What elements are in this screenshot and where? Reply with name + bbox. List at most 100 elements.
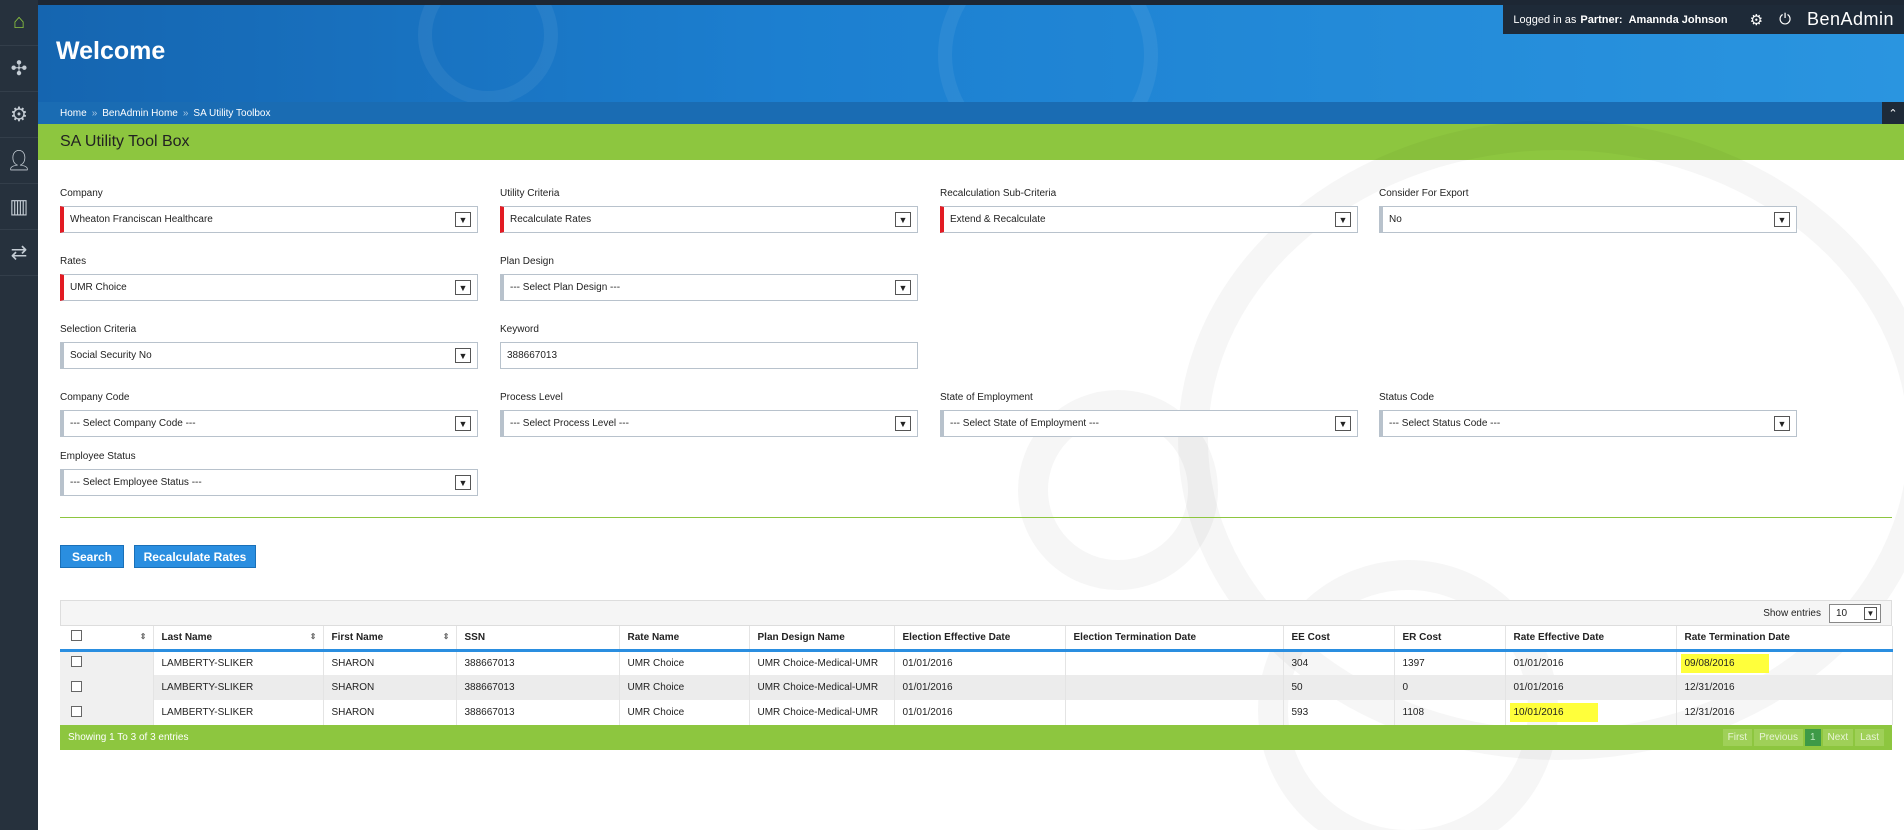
gear-icon[interactable]: ⚙: [1750, 11, 1763, 29]
table-cell: UMR Choice: [619, 700, 750, 725]
breadcrumb-home[interactable]: Home: [60, 108, 87, 119]
breadcrumb: Home » BenAdmin Home » SA Utility Toolbo…: [38, 102, 1904, 124]
column-header[interactable]: EE Cost: [1283, 626, 1395, 652]
pager-page-1[interactable]: 1: [1804, 729, 1821, 746]
bar-chart-icon[interactable]: ▥: [0, 184, 38, 230]
selection-criteria-select[interactable]: Social Security No ▼: [60, 342, 478, 369]
table-cell: LAMBERTY-SLIKER: [153, 675, 324, 700]
header-banner: Welcome Logged in as Partner: Amannda Jo…: [38, 5, 1904, 102]
employee-status-label: Employee Status: [60, 451, 136, 462]
table-cell: 1397: [1394, 650, 1506, 675]
chevron-down-icon: ▼: [455, 475, 471, 490]
process-level-field: Process Level --- Select Process Level -…: [500, 392, 918, 437]
table-cell: 01/01/2016: [894, 700, 1066, 725]
table-row: LAMBERTY-SLIKER SHARON 388667013 UMR Cho…: [60, 675, 1893, 700]
keyword-label: Keyword: [500, 324, 539, 335]
row-checkbox-cell: [60, 700, 154, 725]
recalc-sub-criteria-select[interactable]: Extend & Recalculate ▼: [940, 206, 1358, 233]
pager-first[interactable]: First: [1722, 729, 1753, 746]
company-select[interactable]: Wheaton Franciscan Healthcare ▼: [60, 206, 478, 233]
select-all-header[interactable]: ⇕: [60, 626, 154, 652]
recalc-sub-criteria-label: Recalculation Sub-Criteria: [940, 188, 1057, 199]
pager-last[interactable]: Last: [1855, 729, 1884, 746]
keyword-input[interactable]: 388667013: [500, 342, 918, 369]
header-decoration: [938, 5, 1158, 102]
chevron-down-icon: ▼: [895, 416, 911, 431]
chevron-down-icon: ▼: [895, 280, 911, 295]
column-header[interactable]: SSN: [456, 626, 620, 652]
state-employment-select[interactable]: --- Select State of Employment --- ▼: [940, 410, 1358, 437]
company-field: Company Wheaton Franciscan Healthcare ▼: [60, 188, 478, 233]
plan-design-value: --- Select Plan Design ---: [510, 282, 621, 293]
keyword-field: Keyword 388667013: [500, 324, 918, 369]
process-level-select[interactable]: --- Select Process Level --- ▼: [500, 410, 918, 437]
column-header[interactable]: Rate Effective Date: [1505, 626, 1677, 652]
column-header[interactable]: Plan Design Name: [749, 626, 895, 652]
select-all-checkbox[interactable]: [71, 630, 82, 642]
sort-icon[interactable]: ⇕: [310, 632, 317, 641]
rates-select[interactable]: UMR Choice ▼: [60, 274, 478, 301]
chevron-down-icon: ▼: [455, 212, 471, 227]
chevron-down-icon: ▼: [455, 348, 471, 363]
home-icon[interactable]: ⌂: [0, 0, 38, 46]
row-checkbox[interactable]: [71, 680, 82, 692]
column-header[interactable]: Election Termination Date: [1065, 626, 1284, 652]
process-level-value: --- Select Process Level ---: [510, 418, 629, 429]
table-cell: 0: [1394, 675, 1506, 700]
table-cell: 01/01/2016: [894, 675, 1066, 700]
column-header[interactable]: First Name ⇕: [323, 626, 457, 652]
chevron-down-icon: ▼: [455, 280, 471, 295]
chevron-down-icon: ▼: [1864, 606, 1877, 620]
brand-logo: BenAdmin: [1806, 9, 1894, 29]
table-cell: SHARON: [323, 700, 457, 725]
employee-status-select[interactable]: --- Select Employee Status --- ▼: [60, 469, 478, 496]
table-cell: 10/01/2016: [1505, 700, 1677, 725]
consider-export-field: Consider For Export No ▼: [1379, 188, 1797, 233]
utility-criteria-select[interactable]: Recalculate Rates ▼: [500, 206, 918, 233]
rates-value: UMR Choice: [70, 282, 127, 293]
page-length-select[interactable]: 10 ▼: [1829, 603, 1881, 623]
status-code-select[interactable]: --- Select Status Code --- ▼: [1379, 410, 1797, 437]
table-cell: 388667013: [456, 675, 620, 700]
logged-in-label: Logged in as: [1513, 13, 1577, 26]
utility-criteria-label: Utility Criteria: [500, 188, 560, 199]
consider-export-select[interactable]: No ▼: [1379, 206, 1797, 233]
table-cell: 304: [1283, 650, 1395, 675]
sort-icon[interactable]: ⇕: [140, 632, 147, 641]
collapse-header-button[interactable]: ⌃: [1882, 102, 1904, 124]
column-header[interactable]: Rate Name: [619, 626, 750, 652]
utility-criteria-field: Utility Criteria Recalculate Rates ▼: [500, 188, 918, 233]
plan-design-select[interactable]: --- Select Plan Design --- ▼: [500, 274, 918, 301]
row-checkbox[interactable]: [71, 705, 82, 717]
selection-criteria-label: Selection Criteria: [60, 324, 137, 335]
recalculate-rates-button[interactable]: Recalculate Rates: [134, 545, 256, 568]
column-header[interactable]: Rate Termination Date: [1676, 626, 1893, 652]
pager-next[interactable]: Next: [1822, 729, 1854, 746]
column-header[interactable]: Last Name ⇕: [153, 626, 324, 652]
transfer-icon[interactable]: ⇄: [0, 230, 38, 276]
state-employment-field: State of Employment --- Select State of …: [940, 392, 1358, 437]
table-cell: 388667013: [456, 700, 620, 725]
breadcrumb-benadmin-home[interactable]: BenAdmin Home: [102, 108, 178, 119]
column-header[interactable]: Election Effective Date: [894, 626, 1066, 652]
search-button[interactable]: Search: [60, 545, 124, 568]
recalc-sub-criteria-field: Recalculation Sub-Criteria Extend & Reca…: [940, 188, 1358, 233]
employee-status-field: Employee Status --- Select Employee Stat…: [60, 451, 478, 496]
table-cell: 1108: [1394, 700, 1506, 725]
sort-icon[interactable]: ⇕: [443, 632, 450, 641]
power-icon[interactable]: ⏻: [1779, 11, 1791, 28]
row-checkbox[interactable]: [71, 656, 82, 668]
row-checkbox-cell: [60, 650, 154, 675]
user-settings-icon[interactable]: ⚙: [0, 92, 38, 138]
results-table-wrapper: Show entries 10 ▼ ⇕ Last Name ⇕ First Nam…: [60, 600, 1893, 750]
partner-label: Partner:: [1580, 13, 1623, 26]
table-cell: 12/31/2016: [1676, 675, 1893, 700]
user-icon[interactable]: 👤︎: [0, 138, 38, 184]
column-header[interactable]: ER Cost: [1394, 626, 1506, 652]
pager-previous[interactable]: Previous: [1754, 729, 1803, 746]
puzzle-icon[interactable]: ✣: [0, 46, 38, 92]
table-row: LAMBERTY-SLIKER SHARON 388667013 UMR Cho…: [60, 700, 1893, 725]
show-entries-label: Show entries: [1763, 607, 1821, 619]
table-cell: UMR Choice-Medical-UMR: [749, 675, 895, 700]
company-code-select[interactable]: --- Select Company Code --- ▼: [60, 410, 478, 437]
